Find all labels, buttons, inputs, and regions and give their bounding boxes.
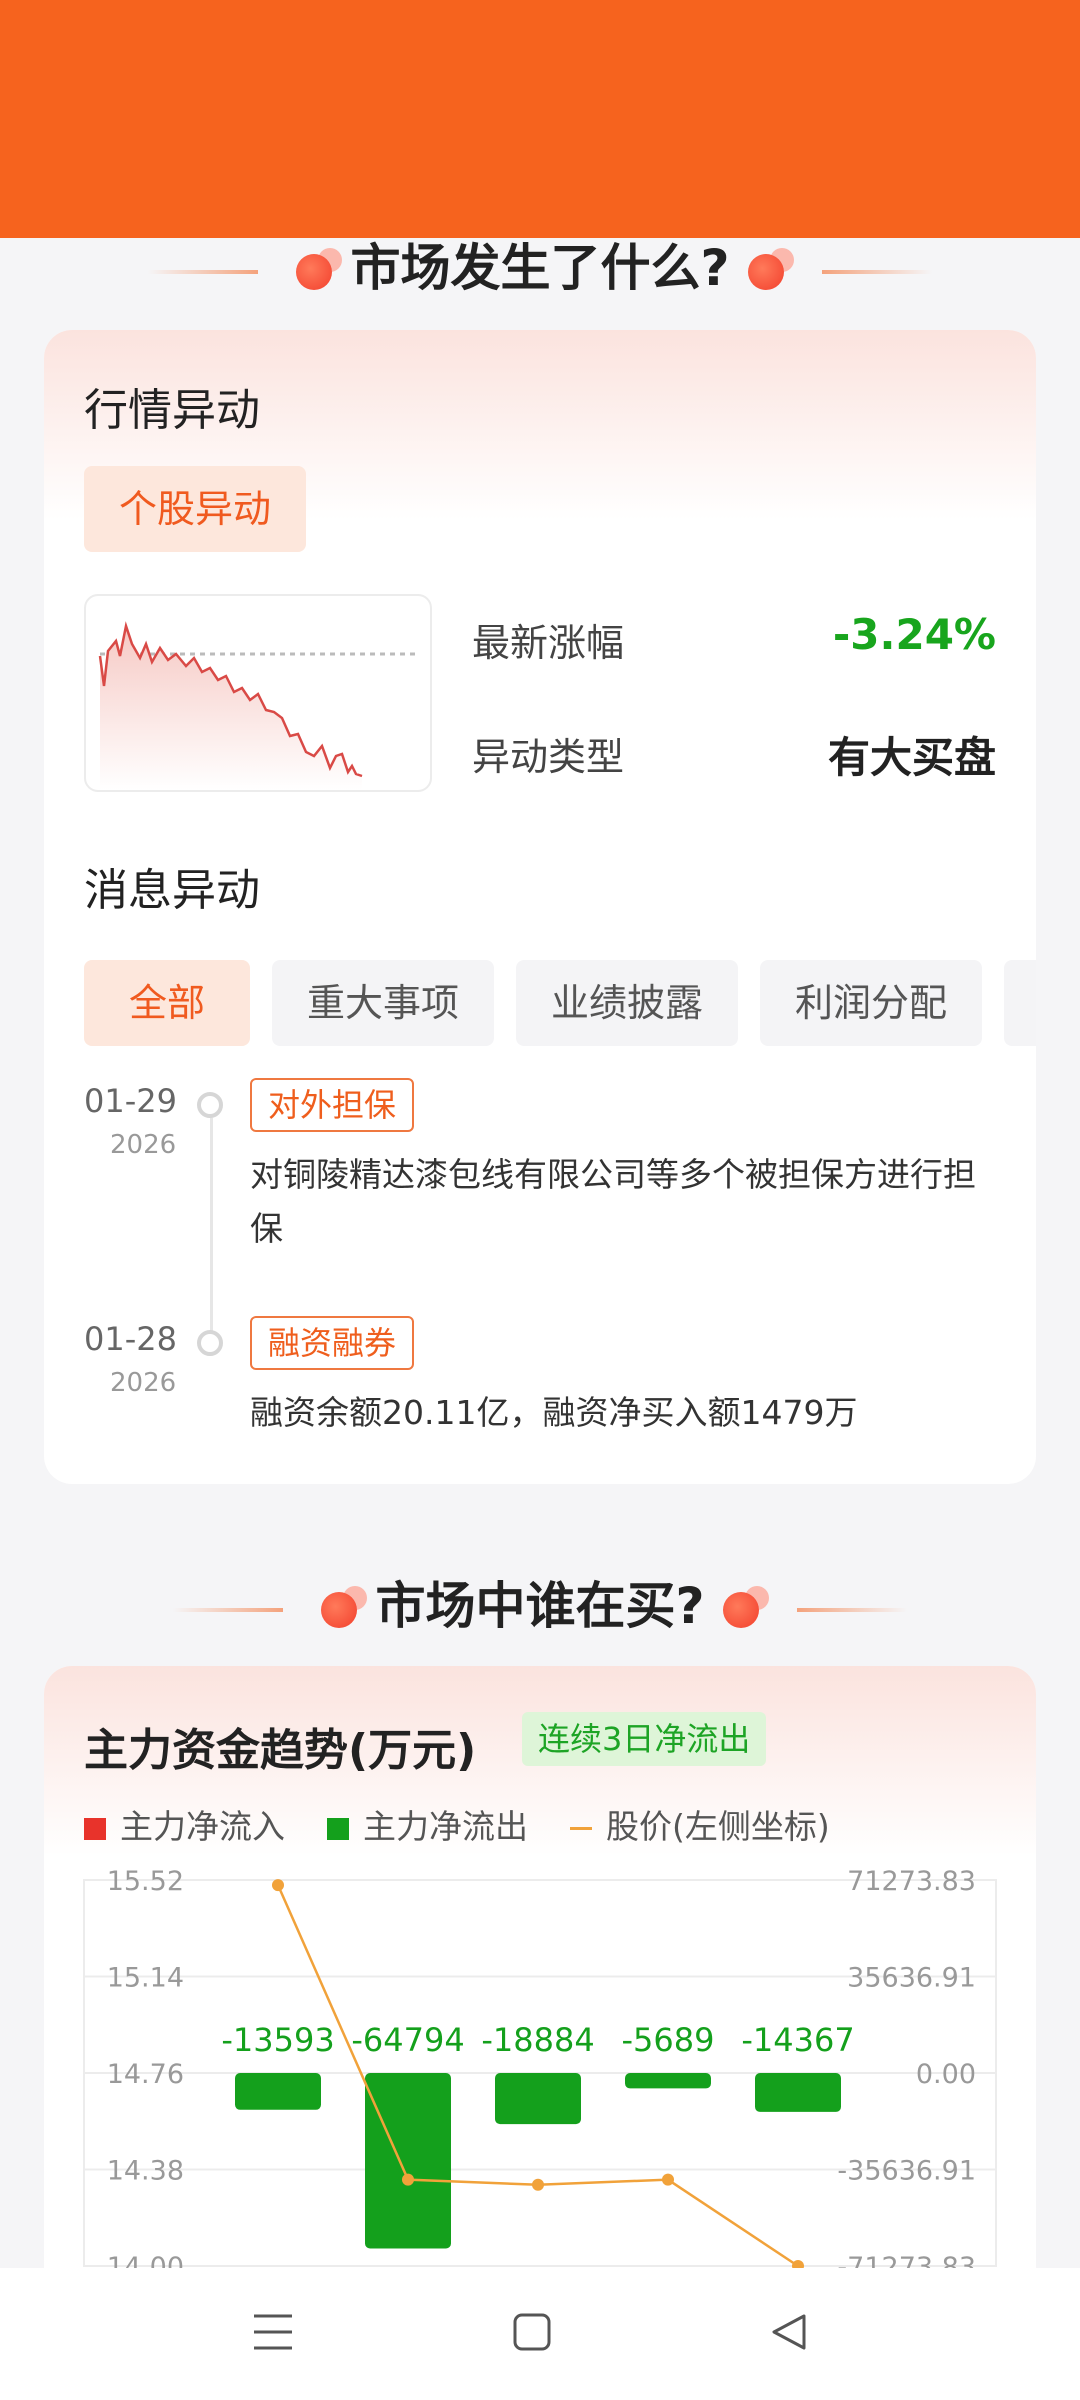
- tab-earnings[interactable]: 业绩披露: [516, 960, 738, 1046]
- left-axis-tick: 15.14: [107, 1963, 184, 1994]
- anomaly-type-label: 异动类型: [472, 735, 625, 779]
- price-point: [272, 1879, 284, 1892]
- decor-line: [796, 1607, 907, 1612]
- tab-more[interactable]: [1004, 960, 1036, 1046]
- price-point: [402, 2173, 414, 2186]
- news-year: 2026: [110, 1368, 177, 1398]
- section-heading-what-happened: 市场发生了什么?: [0, 228, 1080, 300]
- section-heading-who-buying: 市场中谁在买?: [0, 1566, 1080, 1638]
- timeline-dot: [197, 1330, 223, 1356]
- page-title: 个股分析: [452, 156, 628, 207]
- status-icons: Ⓝ 🔕︎ HD 4G: [687, 50, 1026, 89]
- decor-ball-icon: [747, 253, 784, 290]
- fund-flow-card: 主力资金趋势(万元) 连续3日净流出 主力净流入 主力净流出 股价(左侧坐标) …: [44, 1666, 1036, 2306]
- timeline-dot: [197, 1092, 223, 1118]
- outflow-bar: [625, 2073, 711, 2089]
- timeline-line: [210, 1118, 213, 1342]
- decor-ball-icon: [722, 1591, 759, 1628]
- market-anomaly-title: 行情异动: [84, 385, 260, 436]
- stock-anomaly-tag[interactable]: 个股异动: [84, 466, 306, 552]
- decor-ball-icon: [296, 253, 333, 290]
- wifi-icon: [838, 51, 878, 88]
- price-point: [662, 2173, 674, 2186]
- tab-profit-distribution[interactable]: 利润分配: [760, 960, 982, 1046]
- outflow-bar: [235, 2073, 321, 2110]
- intraday-mini-chart[interactable]: [84, 594, 432, 792]
- menu-icon[interactable]: [252, 2312, 294, 2352]
- news-tag[interactable]: 对外担保: [250, 1078, 415, 1132]
- section-heading-text: 市场发生了什么?: [350, 239, 730, 297]
- bar-value-label: -14367: [741, 2021, 854, 2059]
- news-tabs: 全部 重大事项 业绩披露 利润分配: [84, 960, 1036, 1046]
- status-time: 14:36: [166, 48, 280, 88]
- decor-ball-icon: [321, 1591, 358, 1628]
- anomaly-type-value: 有大买盘: [827, 733, 996, 782]
- bar-value-label: -13593: [221, 2021, 334, 2059]
- left-axis-tick: 15.52: [107, 1866, 184, 1897]
- signal-icon: 4G: [896, 50, 940, 89]
- news-text[interactable]: 融资余额20.11亿，融资净买入额1479万: [250, 1386, 996, 1440]
- right-axis-tick: -35636.91: [837, 2156, 976, 2187]
- news-anomaly-title: 消息异动: [84, 865, 260, 916]
- anomaly-card: 行情异动 个股异动 最新涨幅 -3.24% 异动类型 有大买盘 消息异动 全部 …: [44, 330, 1036, 1484]
- share-button[interactable]: [986, 140, 1048, 202]
- svg-text:4G: 4G: [896, 50, 912, 63]
- home-icon[interactable]: [512, 2312, 552, 2352]
- hd-icon: HD: [782, 57, 820, 82]
- left-axis-tick: 14.38: [107, 2156, 184, 2187]
- right-axis-tick: 0.00: [916, 2059, 976, 2090]
- latest-change-label: 最新涨幅: [472, 621, 625, 665]
- decor-line: [173, 1607, 284, 1612]
- latest-change-value: -3.24%: [832, 610, 996, 659]
- battery-icon: [958, 55, 1026, 84]
- nfc-icon: Ⓝ: [687, 57, 714, 87]
- outflow-bar: [365, 2073, 451, 2249]
- mute-icon: 🔕︎: [731, 54, 765, 85]
- news-text[interactable]: 对铜陵精达漆包线有限公司等多个被担保方进行担保: [250, 1148, 996, 1256]
- news-date: 01-29: [84, 1082, 177, 1120]
- bar-value-label: -5689: [622, 2021, 715, 2059]
- back-nav-icon[interactable]: [770, 2312, 808, 2352]
- decor-line: [821, 269, 932, 274]
- right-axis-tick: 71273.83: [847, 1866, 976, 1897]
- price-point: [532, 2178, 544, 2191]
- bar-value-label: -18884: [481, 2021, 594, 2059]
- tab-all[interactable]: 全部: [84, 960, 250, 1046]
- news-date: 01-28: [84, 1320, 177, 1358]
- system-nav-bar: [0, 2268, 1080, 2400]
- decor-line: [148, 269, 259, 274]
- bar-value-label: -64794: [351, 2021, 464, 2059]
- tab-major-events[interactable]: 重大事项: [272, 960, 494, 1046]
- news-tag[interactable]: 融资融券: [250, 1316, 415, 1370]
- right-axis-tick: 35636.91: [847, 1963, 976, 1994]
- outflow-bar: [755, 2073, 841, 2112]
- app-header: 14:36 Ⓝ 🔕︎ HD 4G 东方 财富 个股分析: [0, 0, 1080, 238]
- outflow-bar: [495, 2073, 581, 2125]
- section-heading-text: 市场中谁在买?: [375, 1577, 705, 1635]
- left-axis-tick: 14.76: [107, 2059, 184, 2090]
- fund-flow-chart[interactable]: 15.52 71273.83 15.14 35636.91 14.76 0.00 14.38…: [44, 1666, 1036, 2306]
- news-year: 2026: [110, 1130, 177, 1160]
